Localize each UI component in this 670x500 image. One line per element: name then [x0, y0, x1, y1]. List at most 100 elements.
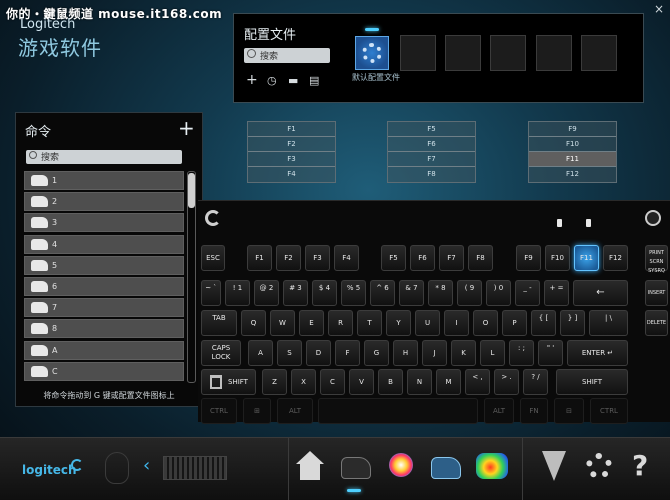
- key-q[interactable]: Q: [241, 310, 266, 336]
- key-p[interactable]: P: [502, 310, 527, 336]
- key-slash[interactable]: ? /: [523, 369, 548, 395]
- key-insert[interactable]: INSERT: [645, 280, 668, 306]
- key-shift-right[interactable]: SHIFT: [556, 369, 628, 395]
- key-f2[interactable]: F2: [276, 245, 301, 271]
- key-f11[interactable]: F11: [574, 245, 599, 271]
- key-l[interactable]: L: [480, 340, 505, 366]
- gkey-slot[interactable]: F4: [248, 167, 335, 182]
- key-t[interactable]: T: [357, 310, 382, 336]
- profile-slot[interactable]: [400, 35, 436, 71]
- gear-icon[interactable]: [583, 451, 615, 483]
- game-mode-icon[interactable]: [645, 210, 661, 226]
- key-delete[interactable]: DELETE: [645, 310, 668, 336]
- key-r[interactable]: R: [328, 310, 353, 336]
- key-semicolon[interactable]: : ;: [509, 340, 534, 366]
- key-f5[interactable]: F5: [381, 245, 406, 271]
- key-f1[interactable]: F1: [247, 245, 272, 271]
- key-f8[interactable]: F8: [468, 245, 493, 271]
- key-k[interactable]: K: [451, 340, 476, 366]
- key-f4[interactable]: F4: [334, 245, 359, 271]
- key-f6[interactable]: F6: [410, 245, 435, 271]
- gkey-slot[interactable]: F9: [529, 122, 616, 137]
- mouse-device-icon[interactable]: [105, 452, 129, 484]
- key-a[interactable]: A: [248, 340, 273, 366]
- key-7[interactable]: & 7: [399, 280, 424, 306]
- command-item[interactable]: A: [24, 340, 184, 360]
- key-minus[interactable]: _ -: [515, 280, 540, 306]
- heatmap-icon[interactable]: [476, 451, 508, 483]
- key-left-bracket[interactable]: { [: [531, 310, 556, 336]
- gkey-icon[interactable]: [430, 451, 462, 483]
- key-f3[interactable]: F3: [305, 245, 330, 271]
- key-s[interactable]: S: [277, 340, 302, 366]
- key-b[interactable]: B: [378, 369, 403, 395]
- command-item[interactable]: 2: [24, 192, 184, 212]
- profile-slot-default[interactable]: [355, 36, 389, 70]
- key-d[interactable]: D: [306, 340, 331, 366]
- gkey-slot[interactable]: F8: [388, 167, 475, 182]
- key-o[interactable]: O: [473, 310, 498, 336]
- key-e[interactable]: E: [299, 310, 324, 336]
- gkey-slot[interactable]: F12: [529, 167, 616, 182]
- command-item[interactable]: 6: [24, 276, 184, 296]
- command-scrollbar-thumb[interactable]: [188, 173, 195, 208]
- gkey-slot[interactable]: F3: [248, 152, 335, 167]
- key-comma[interactable]: < ,: [465, 369, 490, 395]
- gkey-slot[interactable]: F1: [248, 122, 335, 137]
- key-c[interactable]: C: [320, 369, 345, 395]
- keyboard-device-icon[interactable]: [163, 456, 227, 480]
- key-print-screen[interactable]: PRINT SCRN SYSRQ: [645, 245, 668, 274]
- trash-drop-zone[interactable]: SHIFT: [201, 369, 256, 395]
- close-button[interactable]: ×: [654, 2, 664, 16]
- command-item[interactable]: 4: [24, 234, 184, 254]
- back-arrow-button[interactable]: ‹: [143, 455, 150, 476]
- command-item[interactable]: 7: [24, 298, 184, 318]
- key-0[interactable]: ) 0: [486, 280, 511, 306]
- key-tab[interactable]: TAB: [201, 310, 237, 336]
- key-backspace[interactable]: ←: [573, 280, 628, 306]
- key-6[interactable]: ^ 6: [370, 280, 395, 306]
- key-g[interactable]: G: [364, 340, 389, 366]
- command-item[interactable]: 1: [24, 171, 184, 190]
- key-n[interactable]: N: [407, 369, 432, 395]
- key-backslash[interactable]: | \: [589, 310, 628, 336]
- profile-slot[interactable]: [490, 35, 526, 71]
- key-8[interactable]: * 8: [428, 280, 453, 306]
- key-period[interactable]: > .: [494, 369, 519, 395]
- profile-search-input[interactable]: 搜索: [244, 48, 330, 63]
- help-icon[interactable]: ?: [632, 451, 664, 483]
- key-w[interactable]: W: [270, 310, 295, 336]
- command-item[interactable]: 5: [24, 255, 184, 275]
- key-2[interactable]: @ 2: [254, 280, 279, 306]
- key-z[interactable]: Z: [262, 369, 287, 395]
- home-icon[interactable]: [294, 451, 326, 483]
- gkey-slot[interactable]: F5: [388, 122, 475, 137]
- history-icon[interactable]: ◷: [267, 74, 277, 87]
- key-esc[interactable]: ESC: [201, 245, 225, 271]
- gkey-slot[interactable]: F2: [248, 137, 335, 152]
- key-f7[interactable]: F7: [439, 245, 464, 271]
- key-f12[interactable]: F12: [603, 245, 628, 271]
- gkey-slot-selected[interactable]: F11: [529, 152, 616, 167]
- key-quote[interactable]: " ': [538, 340, 563, 366]
- key-caps-lock[interactable]: CAPS LOCK: [201, 340, 241, 366]
- command-item[interactable]: 8: [24, 319, 184, 339]
- fox-logo-icon[interactable]: [538, 451, 570, 483]
- lighting-icon[interactable]: [385, 451, 417, 483]
- key-equals[interactable]: + =: [544, 280, 569, 306]
- key-3[interactable]: # 3: [283, 280, 308, 306]
- key-h[interactable]: H: [393, 340, 418, 366]
- profile-slot[interactable]: [536, 35, 572, 71]
- key-m[interactable]: M: [436, 369, 461, 395]
- gkey-slot[interactable]: F6: [388, 137, 475, 152]
- key-x[interactable]: X: [291, 369, 316, 395]
- key-tilde[interactable]: ~ `: [201, 280, 221, 306]
- key-1[interactable]: ! 1: [225, 280, 250, 306]
- assign-keys-icon[interactable]: [340, 451, 372, 483]
- key-f9[interactable]: F9: [516, 245, 541, 271]
- gkey-slot[interactable]: F7: [388, 152, 475, 167]
- key-right-bracket[interactable]: } ]: [560, 310, 585, 336]
- key-5[interactable]: % 5: [341, 280, 366, 306]
- add-profile-button[interactable]: +: [246, 72, 258, 88]
- add-command-button[interactable]: +: [178, 116, 195, 140]
